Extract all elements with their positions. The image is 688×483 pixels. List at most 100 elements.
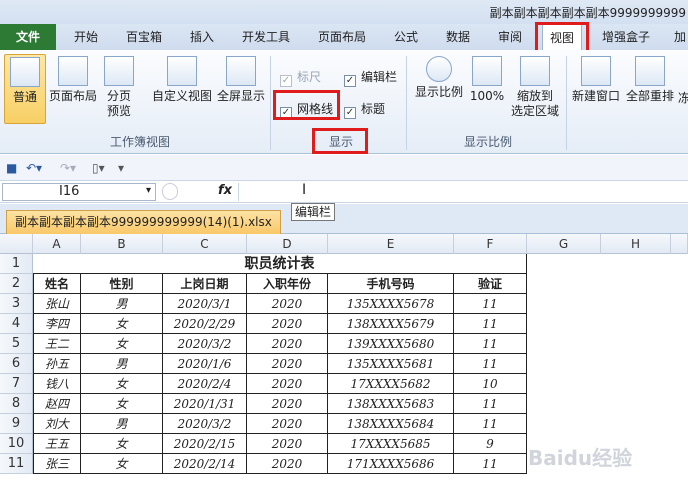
tab-review[interactable]: 审阅 [492, 24, 528, 50]
table-cell[interactable]: 2020/1/31 [163, 394, 247, 414]
row-header[interactable]: 8 [0, 394, 33, 414]
table-cell[interactable]: 李四 [33, 314, 81, 334]
table-cell[interactable]: 女 [81, 454, 163, 474]
column-header[interactable] [671, 234, 688, 254]
new-document-icon[interactable]: ▯▾ [92, 161, 105, 175]
row-header[interactable]: 11 [0, 454, 33, 474]
table-cell[interactable]: 2020/3/2 [163, 334, 247, 354]
row-header[interactable]: 4 [0, 314, 33, 334]
formula-bar-handle-icon[interactable] [162, 183, 178, 200]
table-cell[interactable]: 张山 [33, 294, 81, 314]
table-cell[interactable]: 2020 [247, 354, 328, 374]
table-cell[interactable]: 女 [81, 334, 163, 354]
insert-function-icon[interactable]: fx [218, 183, 232, 198]
zoom-button[interactable]: 显示比例 [414, 54, 464, 124]
tab-page-layout[interactable]: 页面布局 [312, 24, 372, 50]
table-cell[interactable]: 17XXXX5685 [328, 434, 454, 454]
tab-formulas[interactable]: 公式 [388, 24, 424, 50]
table-cell[interactable]: 张三 [33, 454, 81, 474]
save-icon[interactable]: ■ [6, 161, 17, 175]
column-header[interactable]: D [247, 234, 328, 254]
table-cell[interactable]: 2020 [247, 334, 328, 354]
table-cell[interactable]: 2020 [247, 294, 328, 314]
row-header[interactable]: 7 [0, 374, 33, 394]
column-header[interactable]: H [601, 234, 671, 254]
table-cell[interactable]: 2020/2/15 [163, 434, 247, 454]
table-cell[interactable]: 135XXXX5681 [328, 354, 454, 374]
table-cell[interactable]: 11 [454, 354, 527, 374]
table-cell[interactable]: 11 [454, 314, 527, 334]
table-cell[interactable]: 11 [454, 394, 527, 414]
table-cell[interactable]: 赵四 [33, 394, 81, 414]
table-cell[interactable]: 刘大 [33, 414, 81, 434]
table-cell[interactable]: 11 [454, 414, 527, 434]
table-cell[interactable]: 171XXXX5686 [328, 454, 454, 474]
table-cell[interactable]: 139XXXX5680 [328, 334, 454, 354]
zoom-to-selection-button[interactable]: 缩放到 选定区域 [508, 54, 562, 124]
table-cell[interactable]: 王五 [33, 434, 81, 454]
tab-more[interactable]: 加 [672, 24, 688, 50]
tab-developer[interactable]: 开发工具 [236, 24, 296, 50]
column-header[interactable]: A [33, 234, 81, 254]
table-cell[interactable]: 男 [81, 354, 163, 374]
column-header[interactable]: C [163, 234, 247, 254]
table-cell[interactable]: 138XXXX5683 [328, 394, 454, 414]
tab-enhance-box[interactable]: 增强盒子 [596, 24, 656, 50]
tab-file[interactable]: 文件 [0, 24, 56, 50]
undo-icon[interactable]: ↶▾ [26, 161, 42, 175]
table-header-cell[interactable]: 验证 [454, 274, 527, 294]
normal-view-button[interactable]: 普通 [4, 54, 46, 124]
table-cell[interactable]: 孙五 [33, 354, 81, 374]
table-header-cell[interactable]: 上岗日期 [163, 274, 247, 294]
table-cell[interactable]: 17XXXX5682 [328, 374, 454, 394]
table-cell[interactable]: 10 [454, 374, 527, 394]
table-cell[interactable]: 2020 [247, 394, 328, 414]
table-cell[interactable]: 2020/2/29 [163, 314, 247, 334]
redo-icon[interactable]: ↷▾ [60, 161, 76, 175]
table-cell[interactable]: 男 [81, 414, 163, 434]
table-cell[interactable]: 2020 [247, 454, 328, 474]
table-cell[interactable]: 女 [81, 434, 163, 454]
column-header[interactable]: B [81, 234, 163, 254]
table-header-cell[interactable]: 姓名 [33, 274, 81, 294]
formula-bar-checkbox[interactable]: ✓ 编辑栏 [344, 68, 397, 87]
tab-baibaoxiang[interactable]: 百宝箱 [120, 24, 168, 50]
row-header[interactable]: 3 [0, 294, 33, 314]
table-title[interactable]: 职员统计表 [33, 254, 527, 274]
full-screen-button[interactable]: 全屏显示 [216, 54, 266, 124]
table-cell[interactable]: 男 [81, 294, 163, 314]
table-cell[interactable]: 2020 [247, 434, 328, 454]
new-window-button[interactable]: 新建窗口 [570, 54, 622, 124]
freeze-panes-button[interactable]: 冻 [678, 54, 688, 124]
row-header[interactable]: 5 [0, 334, 33, 354]
tab-home[interactable]: 开始 [68, 24, 104, 50]
table-cell[interactable]: 135XXXX5678 [328, 294, 454, 314]
table-cell[interactable]: 2020/3/1 [163, 294, 247, 314]
table-cell[interactable]: 女 [81, 314, 163, 334]
table-cell[interactable]: 2020/2/14 [163, 454, 247, 474]
chevron-down-icon[interactable]: ▾ [146, 185, 151, 196]
name-box[interactable]: I16 [2, 183, 156, 201]
table-cell[interactable]: 2020 [247, 314, 328, 334]
table-cell[interactable]: 138XXXX5684 [328, 414, 454, 434]
table-header-cell[interactable]: 手机号码 [328, 274, 454, 294]
table-cell[interactable]: 女 [81, 374, 163, 394]
tab-data[interactable]: 数据 [440, 24, 476, 50]
table-cell[interactable]: 2020/3/2 [163, 414, 247, 434]
table-cell[interactable]: 王二 [33, 334, 81, 354]
table-cell[interactable]: 11 [454, 454, 527, 474]
tab-insert[interactable]: 插入 [184, 24, 220, 50]
column-header[interactable]: G [527, 234, 601, 254]
select-all-corner[interactable] [0, 234, 33, 254]
table-cell[interactable]: 2020/1/6 [163, 354, 247, 374]
custom-views-button[interactable]: 自定义视图 [150, 54, 214, 124]
row-header[interactable]: 1 [0, 254, 33, 274]
page-break-preview-button[interactable]: 分页 预览 [102, 54, 136, 124]
arrange-all-button[interactable]: 全部重排 [624, 54, 676, 124]
column-header[interactable]: E [328, 234, 454, 254]
column-header[interactable]: F [454, 234, 527, 254]
table-cell[interactable]: 11 [454, 334, 527, 354]
row-header[interactable]: 10 [0, 434, 33, 454]
table-cell[interactable]: 2020/2/4 [163, 374, 247, 394]
table-cell[interactable]: 钱八 [33, 374, 81, 394]
